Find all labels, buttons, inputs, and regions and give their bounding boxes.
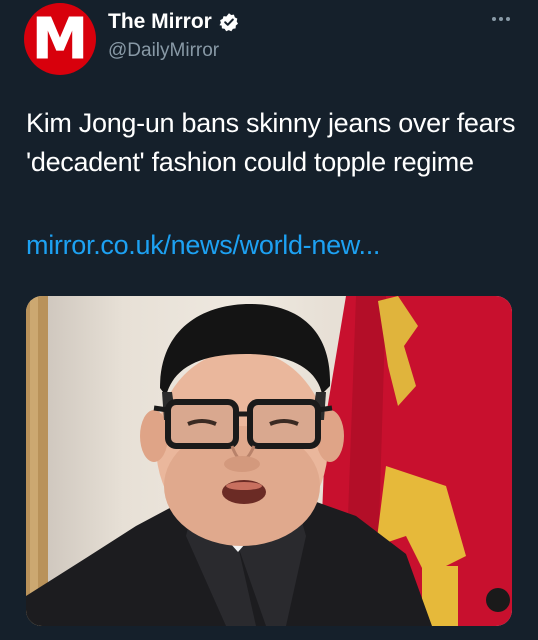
avatar-logo-letter: M bbox=[32, 7, 89, 72]
author-display-name[interactable]: The Mirror bbox=[108, 10, 212, 34]
tweet-media-image[interactable] bbox=[26, 296, 512, 626]
more-dot-icon bbox=[492, 17, 496, 21]
more-dot-icon bbox=[499, 17, 503, 21]
more-options-icon[interactable] bbox=[492, 17, 510, 21]
author-handle[interactable]: @DailyMirror bbox=[108, 40, 219, 62]
avatar[interactable]: M bbox=[24, 3, 96, 75]
tweet-link[interactable]: mirror.co.uk/news/world-new... bbox=[26, 230, 380, 261]
author-name-row: The Mirror bbox=[108, 10, 239, 34]
media-photo-illustration bbox=[26, 296, 512, 626]
more-dot-icon bbox=[506, 17, 510, 21]
tweet-text: Kim Jong-un bans skinny jeans over fears… bbox=[26, 108, 516, 177]
verified-badge-icon bbox=[219, 13, 238, 32]
